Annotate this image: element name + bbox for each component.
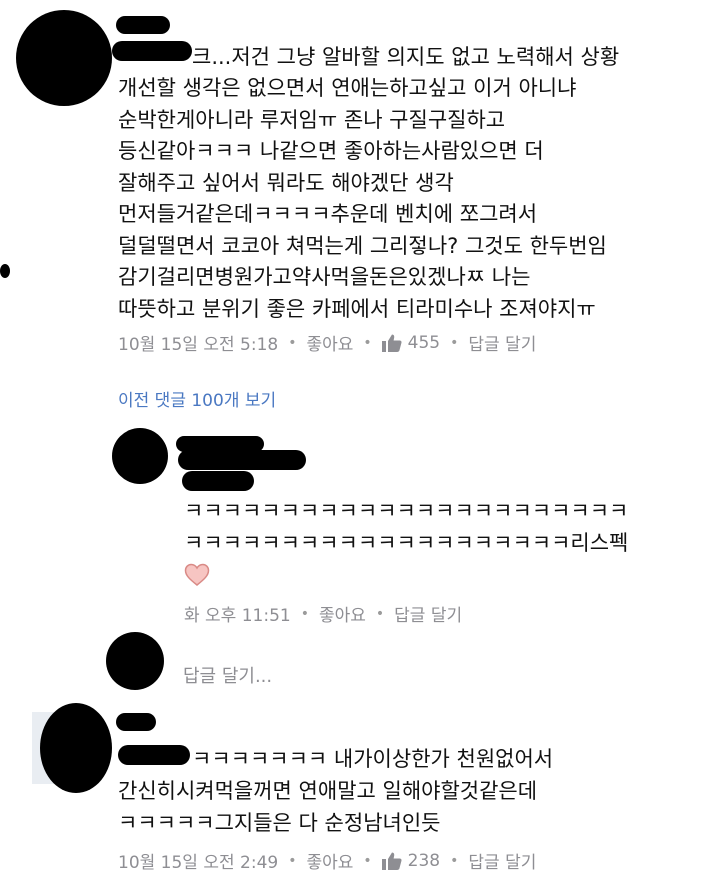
comment-line: 등신같아ㅋㅋㅋ 나같으면 좋아하는사람있으면 더 — [118, 139, 544, 163]
author-name-redacted[interactable] — [118, 745, 190, 765]
comment-line: ㅋㅋㅋㅋㅋㅋㅋㅋㅋㅋㅋㅋㅋㅋㅋㅋㅋㅋㅋㅋㅋㅋㅋ — [184, 499, 629, 523]
separator-dot: • — [363, 852, 372, 869]
avatar[interactable] — [16, 10, 112, 106]
comment-meta: 10월 15일 오전 2:49 • 좋아요 • 238 • 답글 달기 — [118, 848, 536, 874]
separator-dot: • — [288, 852, 297, 869]
separator-dot: • — [450, 852, 459, 869]
thumbs-up-icon — [381, 852, 402, 870]
comment-line: 개선할 생각은 없으면서 연애는하고싶고 이거 아니냐 — [118, 76, 577, 100]
heart-icon — [184, 563, 210, 586]
thumbs-up-icon — [381, 334, 402, 352]
comment-meta: 10월 15일 오전 5:18 • 좋아요 • 455 • 답글 달기 — [118, 330, 536, 356]
separator-dot: • — [288, 334, 297, 351]
comment-line: 잘해주고 싶어서 뭐라도 해야겠단 생각 — [118, 170, 454, 195]
comment-line: 간신히시켜먹을꺼면 연애말고 일해야할것같은데 — [118, 779, 538, 803]
comment-line: 순박한게아니라 루저임ㅠ 존나 구질구질하고 — [118, 107, 506, 132]
like-button[interactable]: 좋아요 — [306, 330, 353, 355]
comment-line: 덜덜떨면서 코코아 쳐먹는게 그리젛나? 그것도 한두번임 — [118, 233, 607, 258]
comment-line: ㅋㅋㅋㅋㅋㅋㅋㅋㅋㅋㅋㅋㅋㅋㅋㅋㅋㅋㅋㅋ리스펙 — [184, 530, 629, 555]
avatar[interactable] — [112, 428, 168, 484]
reply-input[interactable]: 답글 달기... — [183, 662, 272, 688]
comment-text: 간신히시켜먹을꺼면 연애말고 일해야할것같은데 ㅋㅋㅋㅋㅋ그지들은 다 순정남녀… — [118, 776, 537, 839]
comment-line: 감기걸리면병원가고약사먹을돈은있겠나ㅉ 나는 — [118, 265, 531, 289]
separator-dot: • — [450, 334, 459, 351]
edge-mark — [0, 264, 10, 278]
view-previous-comments-link[interactable]: 이전 댓글 100개 보기 — [118, 386, 276, 411]
author-name-redacted[interactable] — [116, 16, 170, 34]
comment-text: 개선할 생각은 없으면서 연애는하고싶고 이거 아니냐 순박한게아니라 루저임ㅠ… — [118, 73, 607, 325]
separator-dot: • — [375, 605, 385, 622]
author-name-redacted[interactable] — [182, 471, 254, 491]
author-name-redacted[interactable] — [116, 713, 156, 731]
comment-text: ㅋㅋㅋㅋㅋㅋㅋㅋㅋㅋㅋㅋㅋㅋㅋㅋㅋㅋㅋㅋㅋㅋㅋ ㅋㅋㅋㅋㅋㅋㅋㅋㅋㅋㅋㅋㅋㅋㅋㅋ… — [184, 496, 628, 559]
reply-button[interactable]: 답글 달기 — [394, 601, 462, 626]
author-name-redacted[interactable] — [112, 41, 192, 61]
reply-button[interactable]: 답글 달기 — [468, 848, 536, 873]
separator-dot: • — [363, 334, 372, 351]
avatar[interactable] — [40, 703, 112, 793]
comment-line: 따뜻하고 분위기 좋은 카페에서 티라미수나 조져야지ㅠ — [118, 296, 596, 321]
author-name-redacted[interactable] — [178, 450, 306, 470]
like-button[interactable]: 좋아요 — [319, 601, 366, 626]
separator-dot: • — [300, 605, 309, 622]
comment-meta: 화 오후 11:51 • 좋아요 • 답글 달기 — [184, 601, 462, 627]
comment-text: ㅋㅋㅋㅋㅋㅋㅋ 내가이상한가 천원없어서 — [192, 744, 553, 776]
comment-text: 크...저건 그냥 알바할 의지도 없고 노력해서 상황 — [192, 42, 619, 74]
comment-timestamp: 10월 15일 오전 5:18 — [118, 335, 279, 355]
like-button[interactable]: 좋아요 — [306, 848, 353, 873]
comment-timestamp: 10월 15일 오전 2:49 — [118, 853, 279, 873]
comment-line: ㅋㅋㅋㅋㅋ그지들은 다 순정남녀인듯 — [118, 810, 441, 835]
comment-line: 먼저들거같은데ㅋㅋㅋㅋ추운데 벤치에 쪼그려서 — [118, 202, 538, 226]
comment-timestamp: 화 오후 11:51 — [184, 606, 291, 626]
reply-button[interactable]: 답글 달기 — [468, 330, 536, 355]
like-count: 238 — [407, 850, 441, 871]
comment-line: ㅋㅋㅋㅋㅋㅋㅋ 내가이상한가 천원없어서 — [192, 747, 554, 771]
like-count: 455 — [407, 332, 441, 353]
comment-line: 크...저건 그냥 알바할 의지도 없고 노력해서 상황 — [192, 45, 620, 69]
avatar — [106, 632, 164, 690]
